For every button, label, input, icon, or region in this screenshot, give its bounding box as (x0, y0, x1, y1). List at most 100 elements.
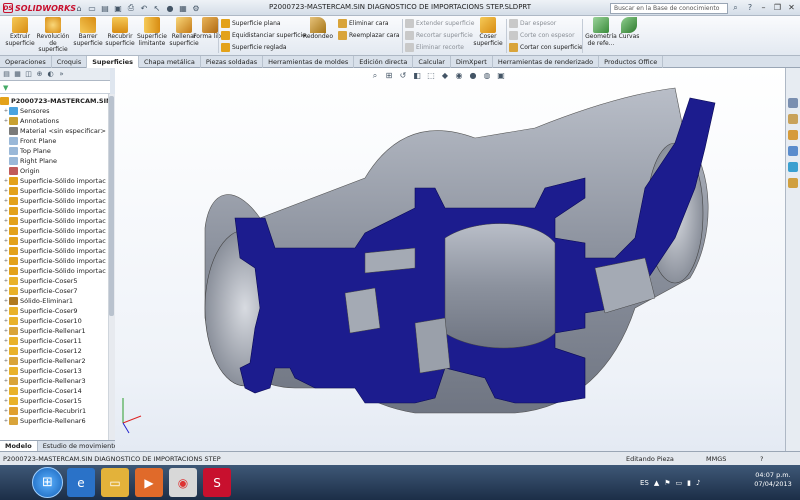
ruled-surface-button[interactable]: Superficie reglada (221, 42, 287, 53)
tree-item[interactable]: + Superficie-Sólido importac (3, 176, 106, 186)
view-orientation-icon[interactable]: ⬚ (426, 71, 436, 81)
property-manager-icon[interactable]: ▦ (13, 70, 22, 79)
display-manager-icon[interactable]: ◐ (46, 70, 55, 79)
network-icon[interactable]: ▮ (687, 479, 691, 487)
tree-item[interactable]: + Superficie-Sólido importac (3, 266, 106, 276)
tree-item[interactable]: Top Plane (3, 146, 51, 156)
solidworks-taskbar-icon[interactable]: S (203, 468, 231, 497)
configuration-manager-icon[interactable]: ◫ (24, 70, 33, 79)
thickened-cut-button[interactable]: Corte con espesor (509, 30, 575, 41)
tab-chapa-metalica[interactable]: Chapa metálica (139, 56, 201, 68)
tree-item[interactable]: + Superficie-Coser9 (3, 306, 78, 316)
planar-surface-button[interactable]: Superficie plana (221, 18, 281, 29)
view-palette-icon[interactable] (788, 146, 798, 156)
tree-item[interactable]: + Superficie-Rellenar6 (3, 416, 86, 426)
curves-button[interactable]: Curvas (616, 17, 642, 55)
tree-scroll-thumb[interactable] (109, 96, 114, 316)
section-view-icon[interactable]: ◧ (412, 71, 422, 81)
select-arrow-icon[interactable]: ↖ (152, 3, 162, 13)
minimize-icon[interactable]: – (758, 2, 769, 13)
tree-item[interactable]: + Superficie-Sólido importac (3, 236, 106, 246)
tab-dimxpert[interactable]: DimXpert (451, 56, 493, 68)
flag-icon[interactable]: ⚑ (664, 479, 670, 487)
tree-item[interactable]: + Superficie-Sólido importac (3, 226, 106, 236)
display-style-icon[interactable]: ◆ (440, 71, 450, 81)
status-help-icon[interactable]: ? (760, 455, 763, 463)
tab-operaciones[interactable]: Operaciones (0, 56, 52, 68)
close-icon[interactable]: ✕ (786, 2, 797, 13)
filter-icon[interactable]: ▼ (3, 84, 8, 92)
sweep-surface-button[interactable]: Barrer superficie (70, 17, 106, 55)
expand-panel-icon[interactable]: » (57, 70, 66, 79)
tab-productos-office[interactable]: Productos Office (599, 56, 664, 68)
tree-item[interactable]: + Superficie-Coser13 (3, 366, 82, 376)
help-icon[interactable]: ? (745, 3, 755, 14)
tree-item[interactable]: + Superficie-Coser14 (3, 386, 82, 396)
tree-item[interactable]: + Sólido-Eliminar1 (3, 296, 73, 306)
tree-item[interactable]: + Superficie-Coser12 (3, 346, 82, 356)
tree-item[interactable]: Material <sin especificar> (3, 126, 106, 136)
tree-item[interactable]: Front Plane (3, 136, 56, 146)
tree-item[interactable]: + Superficie-Sólido importac (3, 216, 106, 226)
tab-herramientas-de-moldes[interactable]: Herramientas de moldes (263, 56, 355, 68)
tab-piezas-soldadas[interactable]: Piezas soldadas (201, 56, 264, 68)
print-icon[interactable]: ⎙ (126, 3, 136, 13)
custom-properties-icon[interactable] (788, 178, 798, 188)
home-icon[interactable]: ⌂ (74, 3, 84, 13)
model-section-view[interactable] (115, 68, 785, 451)
boundary-surface-button[interactable]: Superficie limitante (134, 17, 170, 55)
untrim-surface-button[interactable]: Eliminar recorte (405, 42, 464, 53)
tray-expand-icon[interactable]: ▲ (654, 479, 659, 487)
tree-item[interactable]: + Superficie-Coser10 (3, 316, 82, 326)
zoom-area-icon[interactable]: ⊞ (384, 71, 394, 81)
surface-cut-button[interactable]: Cortar con superficie (509, 42, 583, 53)
search-input[interactable]: Buscar en la Base de conocimiento (610, 3, 728, 14)
chrome-icon[interactable]: ◉ (169, 468, 197, 497)
tree-item[interactable]: + Superficie-Sólido importac (3, 256, 106, 266)
internet-explorer-icon[interactable]: e (67, 468, 95, 497)
hide-show-icon[interactable]: ◉ (454, 71, 464, 81)
replace-face-button[interactable]: Reemplazar cara (338, 30, 400, 41)
file-explorer-taskbar-icon[interactable]: ▭ (101, 468, 129, 497)
language-indicator[interactable]: ES (640, 479, 649, 487)
tree-root-part[interactable]: P2000723-MASTERCAM.SIN D (0, 96, 108, 106)
tree-item[interactable]: Origin (3, 166, 40, 176)
display-icon[interactable]: ▭ (676, 479, 683, 487)
tree-item[interactable]: + Superficie-Recubrir1 (3, 406, 86, 416)
taskbar-clock[interactable]: 04:07 p.m. 07/04/2013 (752, 471, 794, 489)
featuremanager-tree-icon[interactable]: ▤ (2, 70, 11, 79)
rebuild-icon[interactable]: ● (165, 3, 175, 13)
trim-surface-button[interactable]: Recortar superficie (405, 30, 473, 41)
solidworks-resources-icon[interactable] (788, 98, 798, 108)
file-explorer-icon[interactable] (788, 130, 798, 140)
tree-item[interactable]: + Superficie-Rellenar2 (3, 356, 86, 366)
knit-surface-button[interactable]: Coser superficie (470, 17, 506, 55)
tree-item[interactable]: + Superficie-Coser7 (3, 286, 78, 296)
loft-surface-button[interactable]: Recubrir superficie (102, 17, 138, 55)
new-document-icon[interactable]: ▭ (87, 3, 97, 13)
tree-item[interactable]: + Sensores (3, 106, 50, 116)
tab-superficies[interactable]: Superficies (87, 56, 140, 68)
restore-icon[interactable]: ❐ (772, 2, 783, 13)
dimxpert-manager-icon[interactable]: ⊕ (35, 70, 44, 79)
tree-item[interactable]: + Superficie-Coser15 (3, 396, 82, 406)
edit-appearance-icon[interactable]: ● (468, 71, 478, 81)
tree-item[interactable]: + Superficie-Sólido importac (3, 206, 106, 216)
reference-geometry-button[interactable]: Geometría de refe... (584, 17, 618, 55)
tree-item[interactable]: + Annotations (3, 116, 59, 126)
thicken-button[interactable]: Dar espesor (509, 18, 556, 29)
tree-item[interactable]: + Superficie-Sólido importac (3, 196, 106, 206)
tab-herramientas-de-renderizado[interactable]: Herramientas de renderizado (493, 56, 600, 68)
open-folder-icon[interactable]: ▤ (100, 3, 110, 13)
delete-face-button[interactable]: Eliminar cara (338, 18, 389, 29)
undo-icon[interactable]: ↶ (139, 3, 149, 13)
volume-icon[interactable]: ♪ (696, 479, 700, 487)
solidworks-logo[interactable]: DS SOLIDWORKS (3, 2, 76, 14)
tree-item[interactable]: + Superficie-Sólido importac (3, 246, 106, 256)
tree-item[interactable]: + Superficie-Sólido importac (3, 186, 106, 196)
tree-item[interactable]: + Superficie-Coser5 (3, 276, 78, 286)
tree-item[interactable]: + Superficie-Rellenar3 (3, 376, 86, 386)
tab-croquis[interactable]: Croquis (52, 56, 88, 68)
tab-calcular[interactable]: Calcular (413, 56, 451, 68)
start-button[interactable]: ⊞ (32, 467, 63, 498)
